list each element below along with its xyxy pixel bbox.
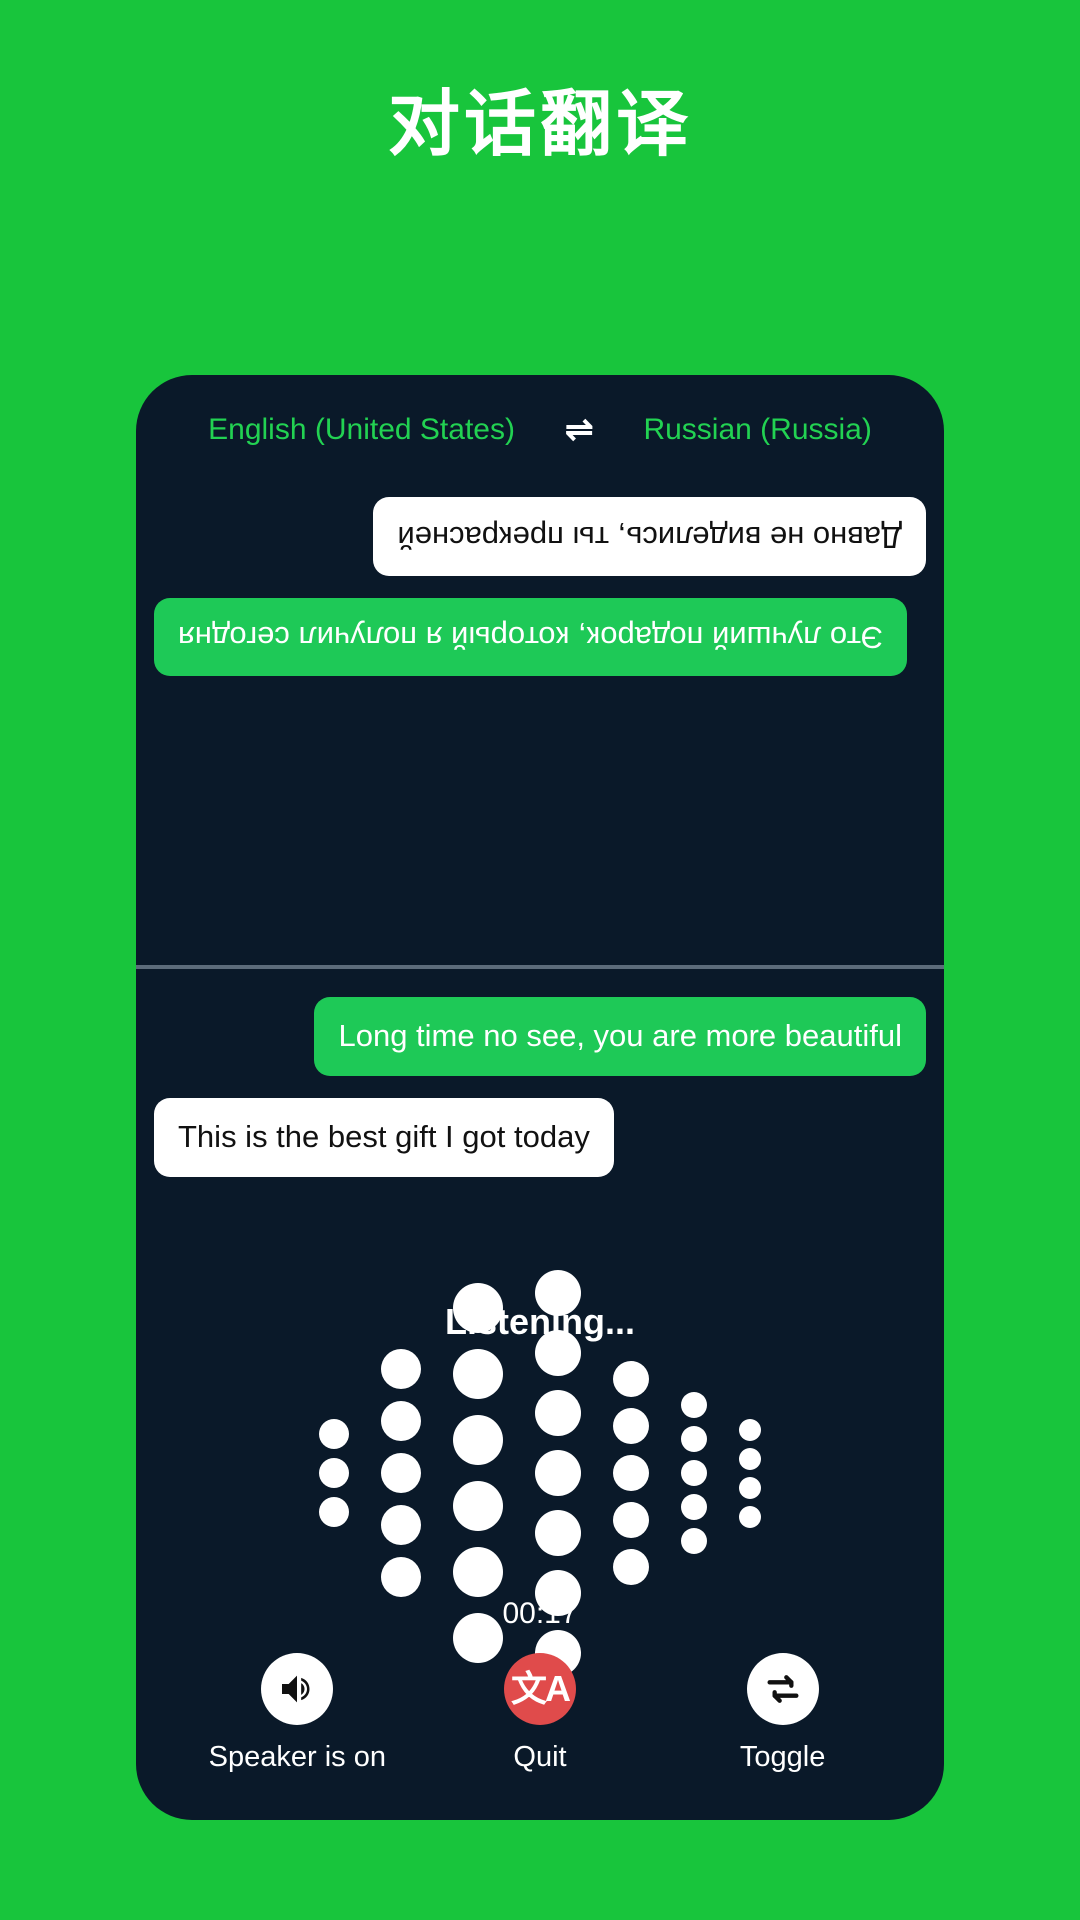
waveform-dot (739, 1476, 761, 1499)
waveform-dot (681, 1426, 707, 1452)
phone-mockup: English (United States) ⇌ Russian (Russi… (136, 375, 944, 1820)
waveform-dot (613, 1549, 649, 1585)
remote-conversation-pane: Это лучший подарок, который я получил се… (136, 485, 944, 965)
message-bubble: Long time no see, you are more beautiful (314, 997, 926, 1076)
waveform-dot (535, 1390, 581, 1436)
waveform-dot (613, 1455, 649, 1491)
waveform-dot (535, 1450, 581, 1496)
waveform-dot (381, 1453, 421, 1493)
speaker-on-icon (261, 1653, 334, 1725)
waveform-dot (681, 1494, 707, 1520)
waveform-dot (453, 1349, 503, 1399)
waveform-dot (535, 1270, 581, 1316)
toggle-button[interactable]: Toggle (683, 1653, 883, 1774)
speaker-button[interactable]: Speaker is on (197, 1653, 397, 1774)
waveform-dot (739, 1505, 761, 1528)
page-title: 对话翻译 (387, 85, 692, 165)
translate-glyph: 文A (510, 1668, 571, 1709)
translate-icon: 文A (503, 1653, 576, 1725)
waveform-column (681, 1392, 707, 1554)
waveform-column (381, 1349, 421, 1597)
waveform-dot (535, 1510, 581, 1556)
waveform-dot (381, 1401, 421, 1441)
waveform-dot (535, 1330, 581, 1376)
waveform-column (613, 1361, 649, 1585)
speaker-button-label: Speaker is on (208, 1741, 386, 1773)
waveform-dot (613, 1502, 649, 1538)
waveform-dot (453, 1283, 503, 1333)
local-conversation-pane: Long time no see, you are more beautiful… (136, 969, 944, 1199)
waveform-column (319, 1419, 349, 1527)
repeat-icon (746, 1653, 819, 1725)
waveform-dot (739, 1447, 761, 1470)
swap-horizontal-icon[interactable]: ⇌ (565, 413, 594, 447)
waveform-dot (381, 1505, 421, 1545)
message-bubble: This is the best gift I got today (154, 1097, 614, 1177)
waveform-dot (739, 1418, 761, 1441)
recording-timer: 00:17 (502, 1597, 578, 1630)
waveform-column (739, 1418, 761, 1528)
waveform-dot (613, 1408, 649, 1444)
quit-button[interactable]: 文A Quit (440, 1653, 640, 1774)
waveform-dot (319, 1419, 349, 1449)
waveform-dot (681, 1392, 707, 1418)
waveform-dot (613, 1361, 649, 1397)
waveform-dot (319, 1458, 349, 1488)
listening-area: Listening... (136, 1199, 944, 1676)
language-selector-bar: English (United States) ⇌ Russian (Russi… (136, 375, 944, 485)
message-bubble: Это лучший подарок, который я получил се… (154, 597, 908, 677)
waveform-dot (681, 1460, 707, 1486)
waveform-dot (381, 1349, 421, 1389)
target-language-label[interactable]: Russian (Russia) (643, 413, 871, 447)
waveform-dot (453, 1481, 503, 1531)
waveform-dot (453, 1415, 503, 1465)
audio-waveform (319, 1270, 761, 1676)
waveform-dot (381, 1557, 421, 1597)
bottom-controls: Speaker is on 文A Quit Toggle (136, 1631, 944, 1820)
message-bubble: Давно не виделись, ты прекрасней (373, 497, 926, 576)
source-language-label[interactable]: English (United States) (208, 413, 515, 447)
quit-button-label: Quit (513, 1741, 567, 1773)
waveform-dot (453, 1547, 503, 1597)
waveform-dot (319, 1497, 349, 1527)
waveform-dot (681, 1528, 707, 1554)
toggle-button-label: Toggle (739, 1741, 826, 1773)
